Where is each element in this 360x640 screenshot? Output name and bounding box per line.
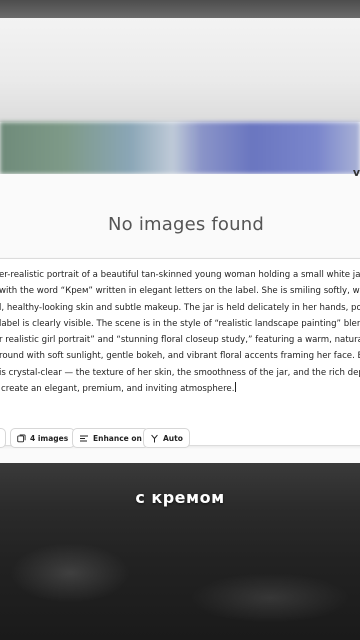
background-blur (190, 573, 350, 623)
video-background: с кремом (0, 463, 360, 640)
prompt-line: label is clearly visible. The scene is i… (0, 318, 360, 329)
corner-text: v (352, 166, 360, 179)
prompt-line: is crystal-clear — the texture of her sk… (0, 367, 360, 378)
branch-icon (151, 434, 158, 443)
blurred-header-area (0, 18, 360, 122)
video-caption: с кремом (135, 488, 225, 507)
prompt-line: l, healthy-looking skin and subtle makeu… (0, 302, 360, 313)
image-count-button[interactable]: 4 images (10, 428, 76, 448)
empty-state-title: No images found (108, 214, 264, 235)
auto-label: Auto (163, 433, 183, 443)
blurred-image-strip (0, 122, 360, 174)
prompt-textarea[interactable]: er-realistic portrait of a beautiful tan… (0, 267, 360, 397)
prompt-line: with the word “Крем” written in elegant … (0, 286, 360, 297)
prompt-line: create an elegant, premium, and inviting… (1, 384, 235, 395)
enhance-label: Enhance on (93, 433, 142, 443)
images-icon (17, 433, 26, 442)
text-caret (235, 382, 237, 393)
prompt-toolbar: 4 images Enhance on Auto (0, 428, 360, 450)
enhance-icon (80, 435, 88, 441)
model-auto-button[interactable]: Auto (143, 428, 190, 448)
partial-toolbar-button[interactable] (0, 428, 6, 448)
prompt-line: er-realistic portrait of a beautiful tan… (0, 270, 360, 280)
prompt-line: round with soft sunlight, gentle bokeh, … (0, 351, 360, 362)
video-top-band (0, 0, 360, 18)
background-blur (10, 543, 130, 603)
prompt-line: r realistic girl portrait” and “stunning… (0, 335, 360, 346)
image-count-label: 4 images (30, 433, 69, 443)
prompt-input-card[interactable]: er-realistic portrait of a beautiful tan… (0, 258, 360, 446)
enhance-toggle[interactable]: Enhance on (72, 428, 149, 448)
